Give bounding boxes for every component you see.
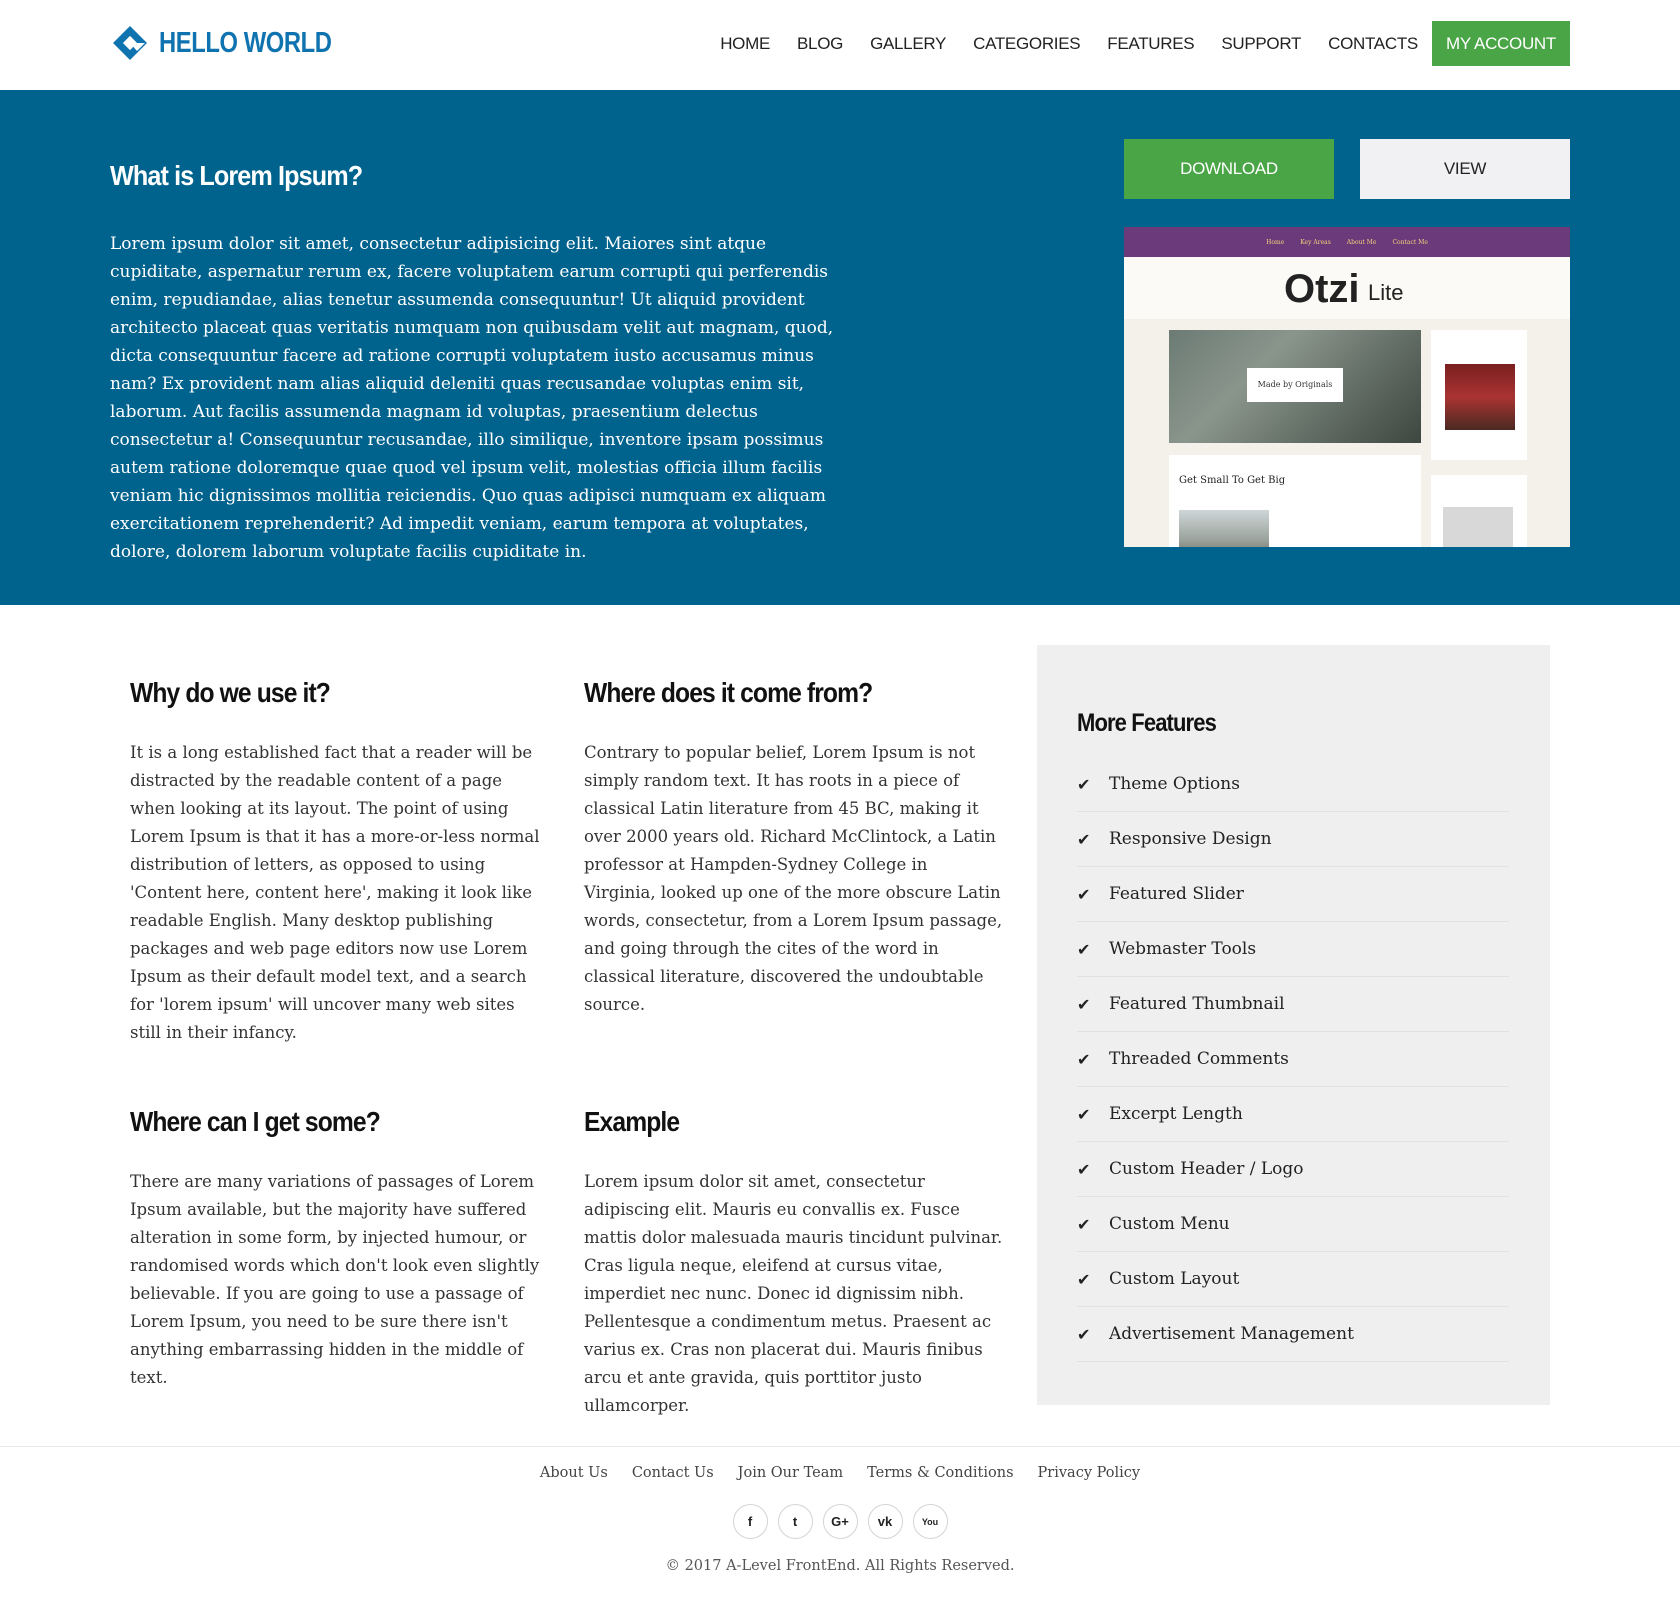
social-links: f t G+ vk You xyxy=(0,1504,1680,1539)
preview-hero-photo: Made by Originals xyxy=(1169,330,1421,443)
section-title: Where does it come from? xyxy=(584,677,873,708)
section-text: There are many variations of passages of… xyxy=(130,1172,540,1387)
preview-nav-item: Contact Me xyxy=(1392,238,1428,246)
nav-categories[interactable]: CATEGORIES xyxy=(973,34,1081,54)
preview-photo-label: Made by Originals xyxy=(1247,368,1343,402)
preview-nav-bar: Home Key Areas About Me Contact Me xyxy=(1124,227,1570,257)
site-header: HELLO WORLD HOME BLOG GALLERY CATEGORIES… xyxy=(0,0,1680,90)
feature-item: ✔ Featured Thumbnail xyxy=(1077,977,1509,1032)
feature-label: Custom Layout xyxy=(1109,1269,1240,1289)
sidebar-title: More Features xyxy=(1077,709,1217,737)
preview-post-title: Get Small To Get Big xyxy=(1179,475,1286,486)
feature-label: Featured Thumbnail xyxy=(1109,994,1285,1014)
check-icon: ✔ xyxy=(1077,1214,1091,1234)
nav-gallery[interactable]: GALLERY xyxy=(870,34,946,54)
features-sidebar: More Features ✔ Theme Options ✔ Responsive… xyxy=(1037,645,1550,1405)
feature-item: ✔ Theme Options xyxy=(1077,757,1509,812)
footer-link-join[interactable]: Join Our Team xyxy=(738,1465,843,1481)
nav-contacts[interactable]: CONTACTS xyxy=(1328,34,1418,54)
feature-item: ✔ Excerpt Length xyxy=(1077,1087,1509,1142)
check-icon: ✔ xyxy=(1077,939,1091,959)
nav-features[interactable]: FEATURES xyxy=(1107,34,1194,54)
hero-text: Lorem ipsum dolor sit amet, consectetur … xyxy=(110,234,834,562)
footer-links: About Us Contact Us Join Our Team Terms … xyxy=(0,1465,1680,1481)
check-icon: ✔ xyxy=(1077,994,1091,1014)
site-logo[interactable]: HELLO WORLD xyxy=(109,22,369,64)
download-button[interactable]: DOWNLOAD xyxy=(1124,139,1334,199)
feature-list: ✔ Theme Options ✔ Responsive Design ✔ Featu… xyxy=(1077,757,1509,1362)
check-icon: ✔ xyxy=(1077,1159,1091,1179)
youtube-icon[interactable]: You xyxy=(912,1504,948,1539)
feature-item: ✔ Custom Layout xyxy=(1077,1252,1509,1307)
view-button[interactable]: VIEW xyxy=(1360,139,1570,199)
theme-preview-image[interactable]: Home Key Areas About Me Contact Me Otzi … xyxy=(1124,227,1570,547)
preview-nav-item: Key Areas xyxy=(1300,238,1331,246)
preview-avatar xyxy=(1445,364,1515,430)
logo-diamond-icon xyxy=(113,26,147,60)
hero-title: What is Lorem Ipsum? xyxy=(110,160,363,191)
feature-label: Responsive Design xyxy=(1109,829,1272,849)
feature-label: Threaded Comments xyxy=(1109,1049,1289,1069)
check-icon: ✔ xyxy=(1077,1049,1091,1069)
nav-home[interactable]: HOME xyxy=(720,34,770,54)
check-icon: ✔ xyxy=(1077,774,1091,794)
feature-label: Custom Header / Logo xyxy=(1109,1159,1304,1179)
footer-link-privacy[interactable]: Privacy Policy xyxy=(1038,1465,1141,1481)
check-icon: ✔ xyxy=(1077,884,1091,904)
nav-blog[interactable]: BLOG xyxy=(797,34,843,54)
logo-text: HELLO WORLD xyxy=(159,26,332,59)
main-nav: HOME BLOG GALLERY CATEGORIES FEATURES SU… xyxy=(693,21,1570,66)
section-text: Lorem ipsum dolor sit amet, consectetur … xyxy=(584,1172,1003,1415)
preview-nav-item: About Me xyxy=(1346,238,1377,246)
footer-link-terms[interactable]: Terms & Conditions xyxy=(867,1465,1013,1481)
section-text: Contrary to popular belief, Lorem Ipsum … xyxy=(584,743,1003,1014)
section-where-get: Where can I get some? There are many var… xyxy=(130,1106,550,1392)
check-icon: ✔ xyxy=(1077,1269,1091,1289)
section-text: It is a long established fact that a rea… xyxy=(130,743,540,1042)
nav-support[interactable]: SUPPORT xyxy=(1221,34,1301,54)
feature-label: Theme Options xyxy=(1109,774,1240,794)
feature-item: ✔ Custom Header / Logo xyxy=(1077,1142,1509,1197)
section-title: Example xyxy=(584,1106,680,1137)
facebook-icon[interactable]: f xyxy=(732,1504,768,1539)
feature-item: ✔ Advertisement Management xyxy=(1077,1307,1509,1362)
feature-item: ✔ Responsive Design xyxy=(1077,812,1509,867)
twitter-icon[interactable]: t xyxy=(777,1504,813,1539)
feature-label: Webmaster Tools xyxy=(1109,939,1257,959)
feature-label: Custom Menu xyxy=(1109,1214,1230,1234)
footer-link-about[interactable]: About Us xyxy=(540,1465,608,1481)
section-where-from: Where does it come from? Contrary to pop… xyxy=(584,677,1004,1019)
preview-post-card: Get Small To Get Big xyxy=(1169,455,1421,547)
section-title: Where can I get some? xyxy=(130,1106,381,1137)
preview-brand: Otzi xyxy=(1284,267,1360,311)
check-icon: ✔ xyxy=(1077,829,1091,849)
preview-sidebar-widget xyxy=(1431,330,1527,460)
feature-label: Advertisement Management xyxy=(1109,1324,1354,1344)
footer-link-contact[interactable]: Contact Us xyxy=(632,1465,714,1481)
my-account-button[interactable]: MY ACCOUNT xyxy=(1431,21,1570,66)
feature-item: ✔ Featured Slider xyxy=(1077,867,1509,922)
preview-nav-item: Home xyxy=(1266,238,1285,246)
feature-item: ✔ Webmaster Tools xyxy=(1077,922,1509,977)
check-icon: ✔ xyxy=(1077,1104,1091,1124)
copyright-text: © 2017 A-Level FrontEnd. All Rights Rese… xyxy=(665,1558,1015,1574)
feature-item: ✔ Threaded Comments xyxy=(1077,1032,1509,1087)
feature-label: Featured Slider xyxy=(1109,884,1244,904)
feature-label: Excerpt Length xyxy=(1109,1104,1243,1124)
footer-divider xyxy=(0,1446,1680,1447)
check-icon: ✔ xyxy=(1077,1324,1091,1344)
feature-item: ✔ Custom Menu xyxy=(1077,1197,1509,1252)
vk-icon[interactable]: vk xyxy=(867,1504,903,1539)
section-why: Why do we use it? It is a long establish… xyxy=(130,677,550,1047)
preview-ad-placeholder xyxy=(1443,507,1513,547)
section-example: Example Lorem ipsum dolor sit amet, cons… xyxy=(584,1106,1004,1420)
google-plus-icon[interactable]: G+ xyxy=(822,1504,858,1539)
section-title: Why do we use it? xyxy=(130,677,331,708)
preview-ad-widget xyxy=(1431,475,1527,547)
preview-post-image xyxy=(1179,510,1269,547)
preview-brand-suffix: Lite xyxy=(1368,280,1404,305)
